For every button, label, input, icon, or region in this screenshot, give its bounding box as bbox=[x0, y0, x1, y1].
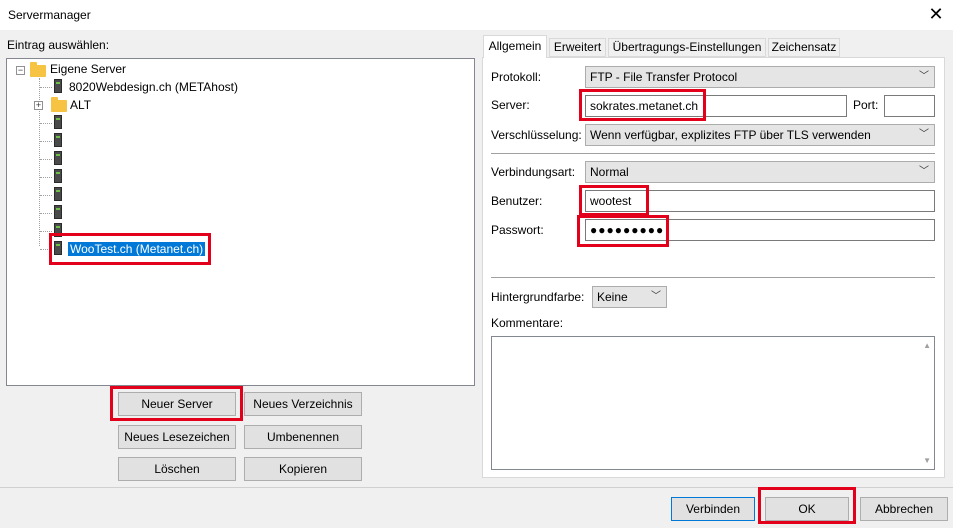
tab-erweitert[interactable]: Erweitert bbox=[549, 38, 606, 57]
folder-icon bbox=[51, 97, 67, 112]
footer-divider bbox=[0, 487, 953, 488]
comments-textarea[interactable]: ▲ ▼ bbox=[491, 336, 935, 470]
server-icon bbox=[54, 79, 62, 93]
folder-icon bbox=[30, 62, 46, 77]
user-label: Benutzer: bbox=[491, 194, 543, 208]
rename-button[interactable]: Umbenennen bbox=[244, 425, 362, 449]
cancel-button[interactable]: Abbrechen bbox=[860, 497, 948, 521]
chevron-down-icon: ﹀ bbox=[919, 71, 929, 82]
connection-label: Verbindungsart: bbox=[491, 165, 576, 179]
tree-item-alt[interactable]: ALT bbox=[70, 96, 91, 114]
encryption-select[interactable]: Wenn verfügbar, explizites FTP über TLS … bbox=[585, 124, 935, 146]
tree-item-root[interactable]: Eigene Server bbox=[50, 60, 126, 78]
selected-item-label: WooTest.ch (Metanet.ch) bbox=[68, 242, 206, 256]
server-icon[interactable] bbox=[54, 223, 62, 237]
protocol-label: Protokoll: bbox=[491, 70, 542, 84]
ok-button[interactable]: OK bbox=[765, 497, 849, 521]
new-bookmark-button[interactable]: Neues Lesezeichen bbox=[118, 425, 236, 449]
expand-icon[interactable]: + bbox=[34, 101, 43, 110]
connection-select[interactable]: Normal ﹀ bbox=[585, 161, 935, 183]
tree-connector bbox=[40, 195, 52, 196]
new-server-button[interactable]: Neuer Server bbox=[118, 392, 236, 416]
user-input[interactable]: wootest bbox=[585, 190, 935, 212]
tree-connector bbox=[40, 249, 52, 250]
tab-allgemein[interactable]: Allgemein bbox=[483, 35, 547, 58]
tree-connector bbox=[40, 177, 52, 178]
server-icon[interactable] bbox=[54, 133, 62, 147]
port-input[interactable] bbox=[884, 95, 935, 117]
server-icon[interactable] bbox=[54, 187, 62, 201]
chevron-down-icon: ﹀ bbox=[919, 129, 929, 140]
tree-connector bbox=[40, 123, 52, 124]
password-input[interactable]: ●●●●●●●●● bbox=[585, 219, 935, 241]
bgcolor-value: Keine bbox=[597, 290, 628, 304]
server-icon[interactable] bbox=[54, 205, 62, 219]
title-bar bbox=[0, 0, 953, 30]
select-entry-label: Eintrag auswählen: bbox=[7, 38, 110, 52]
connection-value: Normal bbox=[590, 165, 629, 179]
tree-connector bbox=[40, 87, 52, 88]
password-label: Passwort: bbox=[491, 223, 544, 237]
scroll-up-icon[interactable]: ▲ bbox=[923, 341, 931, 350]
tree-connector bbox=[40, 159, 52, 160]
tree-connector bbox=[40, 141, 52, 142]
comments-label: Kommentare: bbox=[491, 316, 564, 330]
tree-connector bbox=[40, 231, 52, 232]
server-icon[interactable] bbox=[54, 115, 62, 129]
connect-button[interactable]: Verbinden bbox=[671, 497, 755, 521]
divider bbox=[491, 277, 935, 278]
new-folder-button[interactable]: Neues Verzeichnis bbox=[244, 392, 362, 416]
protocol-select[interactable]: FTP - File Transfer Protocol ﹀ bbox=[585, 66, 935, 88]
encryption-value: Wenn verfügbar, explizites FTP über TLS … bbox=[590, 128, 871, 142]
tab-uebertragung[interactable]: Übertragungs-Einstellungen bbox=[608, 38, 766, 57]
close-icon[interactable]: ✕ bbox=[924, 2, 948, 26]
tab-zeichensatz[interactable]: Zeichensatz bbox=[768, 38, 840, 57]
server-icon[interactable] bbox=[54, 151, 62, 165]
tree-item-8020webdesign[interactable]: 8020Webdesign.ch (METAhost) bbox=[69, 78, 238, 96]
server-label: Server: bbox=[491, 98, 530, 112]
port-label: Port: bbox=[853, 98, 879, 112]
scroll-down-icon[interactable]: ▼ bbox=[923, 456, 931, 465]
tree-connector bbox=[40, 213, 52, 214]
window-title: Servermanager bbox=[8, 8, 91, 22]
divider bbox=[491, 153, 935, 154]
collapse-icon[interactable]: − bbox=[16, 66, 25, 75]
server-tree[interactable]: − Eigene Server 8020Webdesign.ch (METAho… bbox=[6, 58, 475, 386]
server-icon bbox=[54, 241, 62, 255]
bgcolor-label: Hintergrundfarbe: bbox=[491, 290, 585, 304]
bgcolor-select[interactable]: Keine ﹀ bbox=[592, 286, 667, 308]
chevron-down-icon: ﹀ bbox=[651, 291, 661, 302]
server-input[interactable]: sokrates.metanet.ch bbox=[585, 95, 847, 117]
tree-item-wootest[interactable]: WooTest.ch (Metanet.ch) bbox=[68, 240, 206, 258]
copy-button[interactable]: Kopieren bbox=[244, 457, 362, 481]
chevron-down-icon: ﹀ bbox=[919, 166, 929, 177]
encryption-label: Verschlüsselung: bbox=[491, 128, 582, 142]
delete-button[interactable]: Löschen bbox=[118, 457, 236, 481]
server-icon[interactable] bbox=[54, 169, 62, 183]
protocol-value: FTP - File Transfer Protocol bbox=[590, 70, 738, 84]
